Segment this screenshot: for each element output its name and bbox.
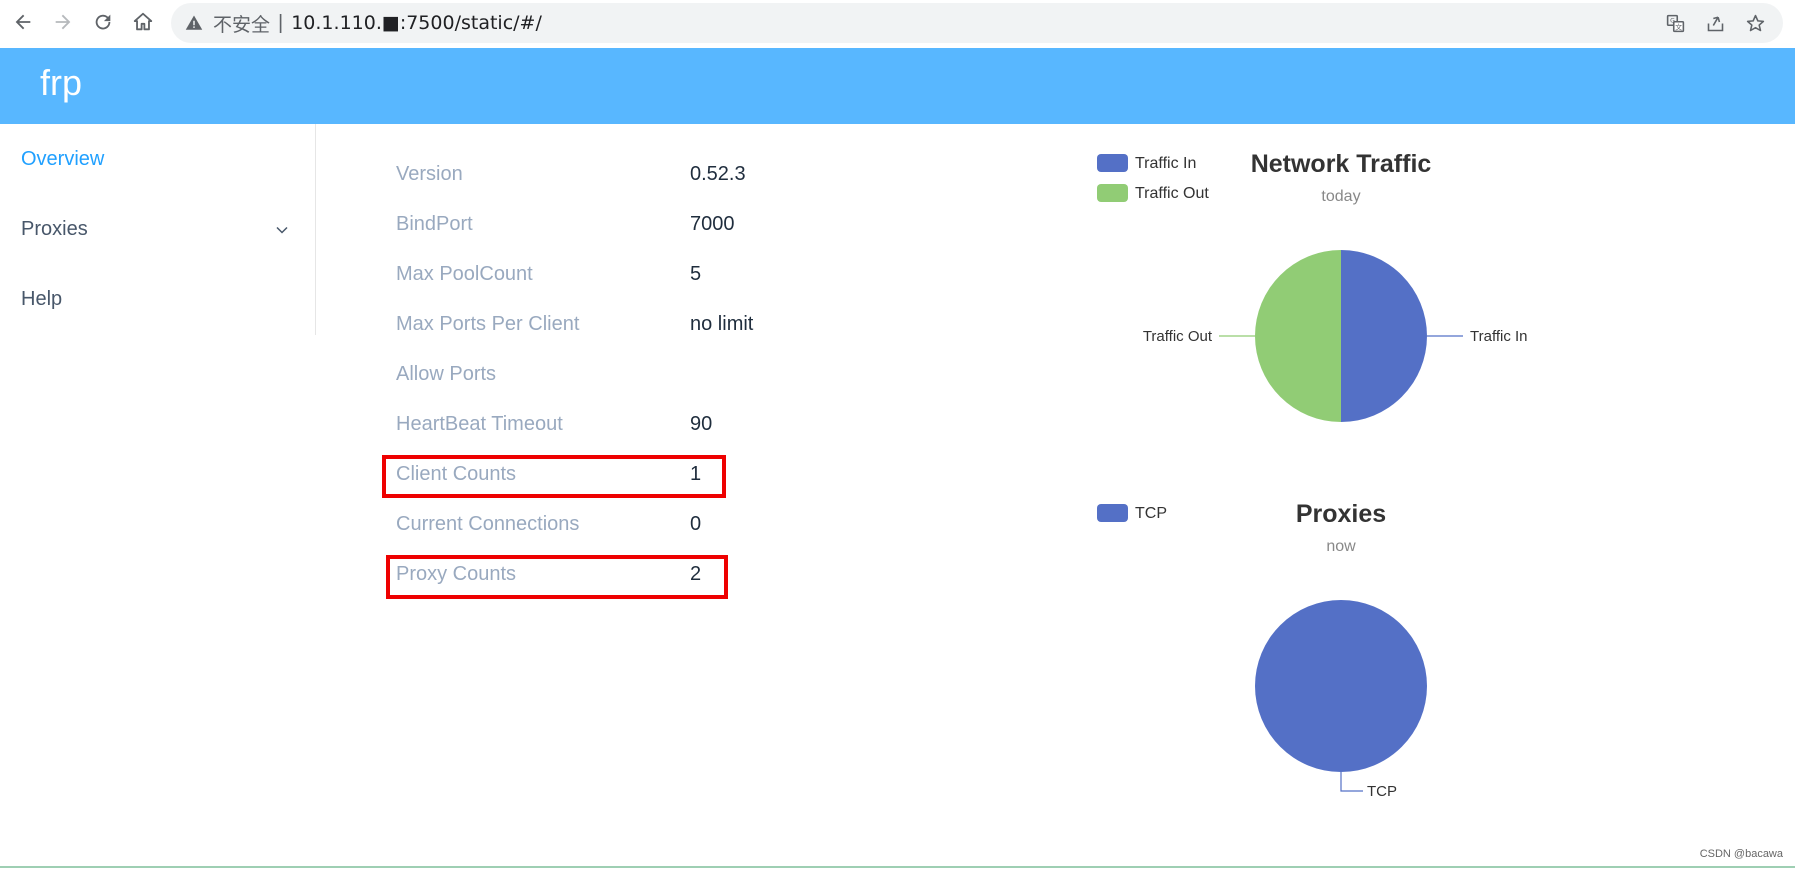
app-header: frp (0, 48, 1795, 124)
sidebar-item-overview[interactable]: Overview (21, 148, 104, 171)
legend-label-traffic-out[interactable]: Traffic Out (1135, 185, 1209, 202)
heartbeat-timeout-label: HeartBeat Timeout (396, 413, 563, 435)
home-icon[interactable] (123, 2, 163, 42)
version-value: 0.52.3 (690, 163, 746, 185)
bindport-label: BindPort (396, 213, 473, 235)
pie-slice-traffic-in[interactable] (1341, 250, 1427, 422)
chevron-down-icon[interactable] (275, 223, 289, 237)
max-ports-per-client-label: Max Ports Per Client (396, 313, 580, 335)
label-line-tcp (1340, 772, 1363, 792)
proxies-chart: Proxies now TCP TCP (1097, 500, 1427, 800)
legend-swatch-tcp[interactable] (1097, 504, 1128, 522)
back-icon[interactable] (3, 2, 43, 42)
max-poolcount-label: Max PoolCount (396, 263, 533, 285)
forward-icon[interactable] (43, 2, 83, 42)
url-text[interactable]: 10.1.110.■:7500/static/#/ (291, 12, 542, 34)
legend-swatch-traffic-in[interactable] (1097, 154, 1128, 172)
security-label[interactable]: 不安全 (213, 10, 270, 37)
max-ports-per-client-value: no limit (690, 313, 754, 335)
bottom-divider (0, 866, 1795, 868)
version-label: Version (396, 163, 463, 185)
reload-icon[interactable] (83, 2, 123, 42)
network-traffic-title: Network Traffic (1251, 150, 1432, 178)
heartbeat-timeout-value: 90 (690, 413, 713, 435)
slice-label-tcp: TCP (1367, 783, 1397, 800)
max-poolcount-value: 5 (690, 263, 702, 285)
browser-toolbar: 不安全 | 10.1.110.■:7500/static/#/ 文G (0, 0, 1795, 48)
warning-icon (185, 15, 203, 30)
bindport-value: 7000 (690, 213, 735, 235)
client-counts-highlight-box (382, 455, 726, 498)
legend-label-traffic-in[interactable]: Traffic In (1135, 155, 1196, 172)
legend-swatch-traffic-out[interactable] (1097, 184, 1128, 202)
translate-icon[interactable]: 文G (1655, 3, 1695, 43)
network-traffic-chart: Network Traffic today Traffic In Traffic Ou… (1097, 150, 1528, 422)
current-connections-label: Current Connections (396, 513, 580, 535)
svg-text:文: 文 (1675, 22, 1682, 31)
slice-label-traffic-out: Traffic Out (1143, 328, 1213, 345)
slice-label-traffic-in: Traffic In (1470, 328, 1528, 345)
share-icon[interactable] (1695, 3, 1735, 43)
watermark: CSDN @bacawa (1699, 848, 1783, 860)
legend-label-tcp[interactable]: TCP (1135, 505, 1167, 522)
current-connections-value: 0 (690, 513, 702, 535)
sidebar-item-proxies[interactable]: Proxies (21, 218, 88, 241)
proxies-title: Proxies (1296, 500, 1386, 528)
allow-ports-label: Allow Ports (396, 363, 497, 385)
bookmark-star-icon[interactable] (1735, 3, 1775, 43)
proxy-counts-highlight-box (386, 555, 728, 599)
proxies-subtitle: now (1326, 538, 1356, 555)
svg-text:G: G (1670, 17, 1675, 24)
pie-slice-tcp[interactable] (1255, 600, 1427, 772)
sidebar-item-help[interactable]: Help (21, 288, 62, 311)
app-title[interactable]: frp (40, 62, 82, 104)
pie-slice-traffic-out[interactable] (1255, 250, 1341, 422)
address-bar[interactable]: 不安全 | 10.1.110.■:7500/static/#/ 文G (171, 3, 1783, 43)
address-separator: | (278, 11, 284, 34)
network-traffic-subtitle: today (1321, 188, 1360, 205)
